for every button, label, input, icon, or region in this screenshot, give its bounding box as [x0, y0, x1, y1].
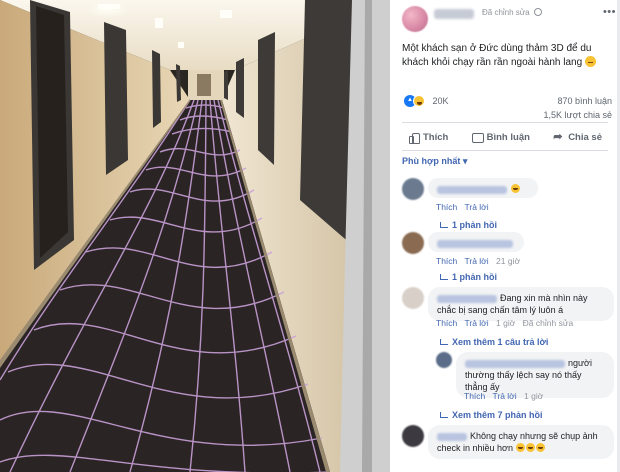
commenter-avatar[interactable]: [436, 352, 452, 368]
comment-like-link[interactable]: Thích: [436, 256, 457, 266]
grin-emoji-icon: [516, 443, 526, 452]
like-label: Thích: [423, 131, 449, 143]
comment-actions: Thích Trả lời: [436, 202, 494, 212]
post-caption: Một khách sạn ở Đức dùng thảm 3D để du k…: [402, 43, 592, 68]
comment-like-link[interactable]: Thích: [436, 318, 457, 328]
commenter-name-redacted[interactable]: [437, 185, 507, 194]
comment-actions: Thích Trả lời 1 giờ: [464, 391, 548, 401]
comment-button[interactable]: Bình luận: [466, 128, 536, 146]
commenter-name-redacted[interactable]: [437, 432, 467, 441]
more-replies-label: Xem thêm 1 câu trả lời: [452, 337, 549, 347]
commenter-name-redacted[interactable]: [437, 294, 497, 303]
commenter-name-redacted[interactable]: [437, 239, 513, 248]
comment-icon: [471, 132, 484, 143]
post-photo[interactable]: [0, 0, 390, 472]
post-panel: Đã chỉnh sửa ••• Một khách sạn ở Đức dùn…: [390, 0, 620, 472]
shares-count[interactable]: 1,5K lượt chia sẻ: [544, 108, 612, 122]
comment-sort-dropdown[interactable]: Phù hợp nhất ▾: [402, 156, 467, 167]
comment-actions: Thích Trả lời 21 giờ: [436, 256, 525, 266]
comment-label: Bình luận: [486, 131, 530, 143]
share-icon: [553, 130, 564, 143]
comment-bubble: Không chạy nhưng sẽ chụp ảnh check in nh…: [428, 425, 614, 459]
comment-like-link[interactable]: Thích: [464, 391, 485, 401]
view-replies-link[interactable]: 1 phản hồi: [440, 272, 497, 282]
more-replies-label: Xem thêm 7 phản hồi: [452, 410, 543, 420]
comment-time[interactable]: 1 giờ: [524, 391, 543, 401]
comment-edited-label[interactable]: Đã chỉnh sửa: [523, 318, 574, 328]
share-button[interactable]: Chia sẻ: [547, 128, 608, 146]
tired-face-emoji-icon: [584, 56, 596, 67]
author-avatar[interactable]: [402, 6, 428, 32]
hallway-carpet-image: [0, 0, 390, 472]
divider: [402, 150, 608, 151]
replies-label: 1 phản hồi: [452, 272, 497, 282]
author-name-redacted[interactable]: [434, 9, 474, 19]
comment-time[interactable]: 21 giờ: [496, 256, 520, 266]
view-more-replies-link[interactable]: Xem thêm 1 câu trả lời: [440, 337, 548, 347]
comments-count[interactable]: 870 bình luận: [544, 94, 612, 108]
comment-like-link[interactable]: Thích: [436, 202, 457, 212]
reply-arrow-icon: [440, 274, 448, 280]
edited-label[interactable]: Đã chỉnh sửa: [482, 8, 530, 17]
more-options-icon[interactable]: •••: [603, 6, 616, 18]
haha-reaction-icon: [511, 184, 520, 193]
view-more-replies-link[interactable]: Xem thêm 7 phản hồi: [440, 410, 543, 420]
reply-arrow-icon: [440, 339, 448, 345]
post-meta: Đã chỉnh sửa: [482, 8, 542, 17]
commenter-name-redacted[interactable]: [465, 359, 565, 368]
grin-emoji-icon: [536, 443, 546, 452]
divider: [402, 122, 608, 123]
haha-reaction-icon: [413, 94, 425, 107]
replies-label: 1 phản hồi: [452, 220, 497, 230]
like-button[interactable]: Thích: [402, 128, 454, 146]
reaction-count: 20K: [432, 95, 449, 106]
reply-arrow-icon: [440, 412, 448, 418]
comment-reply-link[interactable]: Trả lời: [464, 256, 488, 266]
comment-actions: Thích Trả lời 1 giờ Đã chỉnh sửa: [436, 318, 578, 328]
comment-reply-link[interactable]: Trả lời: [464, 318, 488, 328]
comment-bubble: Đang xin mà nhìn này chắc bị sang chấn t…: [428, 287, 614, 321]
post-header: Đã chỉnh sửa •••: [402, 4, 615, 32]
comment-bubble: [428, 178, 538, 198]
post-stats: 870 bình luận 1,5K lượt chia sẻ: [544, 94, 612, 122]
commenter-avatar[interactable]: [402, 232, 424, 254]
grin-emoji-icon: [526, 443, 536, 452]
view-replies-link[interactable]: 1 phản hồi: [440, 220, 497, 230]
share-label: Chia sẻ: [568, 131, 602, 143]
comment-reply-link[interactable]: Trả lời: [492, 391, 516, 401]
globe-icon: [533, 8, 542, 16]
comment-time[interactable]: 1 giờ: [496, 318, 515, 328]
commenter-avatar[interactable]: [402, 425, 424, 447]
thumbs-up-icon: [408, 132, 420, 144]
comment-bubble: [428, 232, 524, 252]
comment-reply-link[interactable]: Trả lời: [464, 202, 488, 212]
commenter-avatar[interactable]: [402, 178, 424, 200]
commenter-avatar[interactable]: [402, 287, 424, 309]
reply-arrow-icon: [440, 222, 448, 228]
post-actions: Thích Bình luận Chia sẻ: [402, 128, 608, 146]
post-text: Một khách sạn ở Đức dùng thảm 3D để du k…: [402, 42, 608, 70]
